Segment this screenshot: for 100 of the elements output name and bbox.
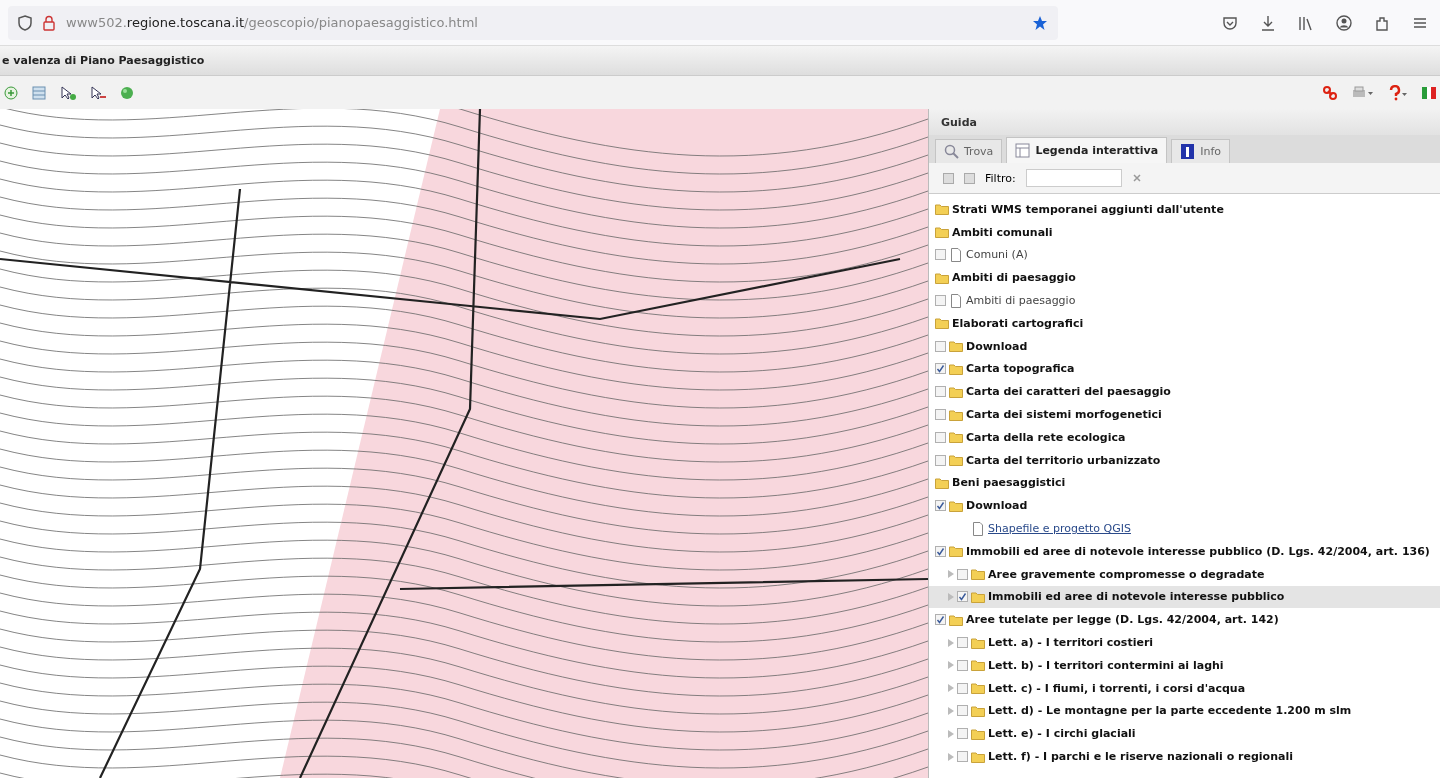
expand-arrow-icon[interactable] xyxy=(948,729,954,738)
tree-row[interactable]: Strati WMS temporanei aggiunti dall'utente xyxy=(929,198,1440,221)
folder-icon xyxy=(949,384,963,399)
filter-field[interactable] xyxy=(1025,169,1122,187)
filter-label: Filtro: xyxy=(985,171,1016,185)
tree-row[interactable]: Carta dei caratteri del paesaggio xyxy=(929,380,1440,404)
folder-icon xyxy=(949,361,963,376)
checkbox[interactable] xyxy=(935,386,946,398)
download-link[interactable]: Shapefile e progetto QGIS xyxy=(988,522,1131,536)
tree-row[interactable]: Ambiti di paesaggio xyxy=(929,266,1440,290)
flag-icon[interactable] xyxy=(1422,85,1436,100)
tree-row[interactable]: Carta dei sistemi morfogenetici xyxy=(929,403,1440,426)
checkbox[interactable] xyxy=(935,454,946,466)
tree-row[interactable]: Download xyxy=(929,494,1440,518)
layer-label: Carta dei caratteri del paesaggio xyxy=(966,385,1171,399)
library-icon[interactable] xyxy=(1298,14,1314,31)
folder-icon xyxy=(935,202,949,217)
folder-icon xyxy=(971,658,985,673)
account-icon[interactable] xyxy=(1336,14,1352,31)
expand-arrow-icon[interactable] xyxy=(948,570,954,579)
panel-tab[interactable]: Legenda interattiva xyxy=(1006,137,1168,163)
checkbox[interactable] xyxy=(935,249,946,261)
tree-row[interactable]: Lett. d) - Le montagne per la parte eccedente 1.200 m slm xyxy=(929,699,1440,723)
clear-icon[interactable] xyxy=(1131,173,1142,183)
panel-tab[interactable]: Info xyxy=(1171,139,1230,163)
checkbox[interactable] xyxy=(957,659,968,671)
bookmark-star-icon[interactable] xyxy=(1032,14,1048,31)
layer-label: Aree tutelate per legge (D. Lgs. 42/2004, art. 142) xyxy=(966,613,1279,627)
checkbox[interactable] xyxy=(957,705,968,717)
layer-label: Ambiti di paesaggio xyxy=(952,271,1076,285)
checkbox[interactable] xyxy=(957,591,968,603)
checkbox[interactable] xyxy=(957,568,968,580)
checkbox[interactable] xyxy=(935,295,946,307)
expand-arrow-icon[interactable] xyxy=(948,638,954,647)
pointer-plus-icon[interactable] xyxy=(60,85,76,100)
app-title: e valenza di Piano Paesaggistico xyxy=(2,54,205,67)
tree-row[interactable]: Lett. c) - I fiumi, i torrenti, i corsi d'acqua xyxy=(929,676,1440,700)
address-bar[interactable]: www502.regione.toscana.it/geoscopio/pianopaesaggistico.html xyxy=(8,5,1058,40)
tree-row[interactable]: Lett. a) - I territori costieri xyxy=(929,631,1440,654)
tree-row[interactable]: Ambiti di paesaggio xyxy=(929,289,1440,312)
checkbox[interactable] xyxy=(935,363,946,375)
zoom-in-icon[interactable] xyxy=(4,85,18,100)
tree-row[interactable]: Lett. e) - I circhi glaciali xyxy=(929,722,1440,746)
checkbox[interactable] xyxy=(957,751,968,762)
checkbox[interactable] xyxy=(935,545,946,557)
pointer-minus-icon[interactable] xyxy=(90,85,106,100)
download-icon[interactable] xyxy=(1260,14,1276,31)
checkbox[interactable] xyxy=(935,614,946,626)
tree-row[interactable]: Aree tutelate per legge (D. Lgs. 42/2004, art. 142) xyxy=(929,608,1440,632)
layer-label: Lett. b) - I territori contermini ai laghi xyxy=(988,658,1224,672)
tree-row[interactable]: Immobili ed aree di notevole interesse pubblico xyxy=(929,585,1440,609)
expand-arrow-icon[interactable] xyxy=(948,661,954,670)
folder-icon xyxy=(949,430,963,445)
tree-row[interactable]: Download xyxy=(929,334,1440,358)
checkbox[interactable] xyxy=(935,500,946,512)
tree-row[interactable]: Aree gravemente compromesse o degradate xyxy=(929,562,1440,586)
link-icon[interactable] xyxy=(1322,84,1338,101)
checkbox[interactable] xyxy=(957,728,968,740)
tree-row[interactable]: Elaborati cartografici xyxy=(929,312,1440,335)
shield-icon xyxy=(18,14,32,31)
folder-icon xyxy=(971,681,985,696)
checkbox[interactable] xyxy=(935,340,946,352)
layer-label: Immobili ed aree di notevole interesse pubblico xyxy=(988,590,1285,604)
expand-all-icon[interactable] xyxy=(943,172,954,184)
tree-row[interactable]: Lett. b) - I territori contermini ai laghi xyxy=(929,653,1440,677)
layer-label: Comuni (A) xyxy=(966,248,1028,262)
tree-row[interactable]: Lett. f) - I parchi e le riserve nazionali o regionali xyxy=(929,745,1440,768)
layer-label: Beni paesaggistici xyxy=(952,476,1066,490)
checkbox[interactable] xyxy=(957,637,968,649)
checkbox[interactable] xyxy=(935,431,946,443)
tree-row[interactable]: Ambiti comunali xyxy=(929,220,1440,244)
layer-label: Lett. a) - I territori costieri xyxy=(988,636,1154,650)
tree-row[interactable]: Comuni (A) xyxy=(929,243,1440,267)
tree-row[interactable]: Carta topografica xyxy=(929,357,1440,381)
panel-tab[interactable]: Trova xyxy=(935,139,1003,163)
expand-arrow-icon[interactable] xyxy=(948,706,954,715)
help-dropdown-icon[interactable] xyxy=(1388,84,1408,101)
tree-row[interactable]: Shapefile e progetto QGIS xyxy=(929,517,1440,540)
lock-icon xyxy=(42,14,56,31)
document-icon xyxy=(971,521,985,536)
table-icon[interactable] xyxy=(32,85,46,100)
printer-dropdown-icon[interactable] xyxy=(1352,85,1374,100)
tree-row[interactable]: Beni paesaggistici xyxy=(929,471,1440,495)
checkbox[interactable] xyxy=(935,409,946,421)
expand-arrow-icon[interactable] xyxy=(948,684,954,693)
expand-arrow-icon[interactable] xyxy=(948,592,954,601)
legend-icon xyxy=(1015,143,1031,158)
checkbox[interactable] xyxy=(957,682,968,694)
collapse-all-icon[interactable] xyxy=(964,172,975,184)
extensions-icon[interactable] xyxy=(1374,14,1390,31)
tree-row[interactable]: Carta del territorio urbanizzato xyxy=(929,448,1440,472)
pocket-icon[interactable] xyxy=(1222,14,1238,31)
layer-label: Carta della rete ecologica xyxy=(966,430,1126,444)
tree-row[interactable]: Carta della rete ecologica xyxy=(929,425,1440,449)
search-icon xyxy=(944,144,959,159)
tree-row[interactable]: Immobili ed aree di notevole interesse pubblico (D. Lgs. 42/2004, art. 136) xyxy=(929,539,1440,563)
folder-icon xyxy=(949,498,963,513)
layer-label: Carta topografica xyxy=(966,362,1075,376)
layer-label: Ambiti di paesaggio xyxy=(966,294,1076,308)
expand-arrow-icon[interactable] xyxy=(948,752,954,761)
